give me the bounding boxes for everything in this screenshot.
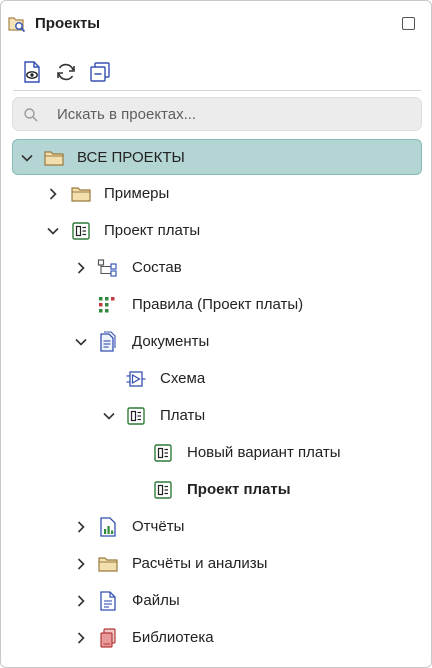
file-icon bbox=[100, 591, 116, 611]
tree-item-library[interactable]: Библиотека bbox=[12, 620, 422, 656]
collapse-all-icon bbox=[90, 62, 110, 82]
tree-item-files[interactable]: Файлы bbox=[12, 583, 422, 619]
refresh-button[interactable] bbox=[53, 59, 79, 85]
tree-item-label: Библиотека bbox=[132, 629, 214, 646]
show-preview-icon bbox=[24, 61, 40, 83]
folder-icon bbox=[98, 557, 118, 572]
chevron-down-icon[interactable] bbox=[46, 224, 60, 238]
tree-item-new-board-variant[interactable]: Новый вариант платы bbox=[12, 435, 422, 471]
tree-item-label: Платы bbox=[160, 407, 206, 424]
folder-icon bbox=[71, 187, 91, 202]
toolbar-divider bbox=[13, 90, 421, 91]
tree-item-board-project-file[interactable]: Проект платы bbox=[12, 472, 422, 508]
chevron-right-icon[interactable] bbox=[74, 261, 88, 275]
tree-item-label: Примеры bbox=[104, 185, 170, 202]
tree-item-schematic[interactable]: Схема bbox=[12, 361, 422, 397]
chevron-down-icon[interactable] bbox=[102, 409, 116, 423]
chevron-right-icon[interactable] bbox=[74, 520, 88, 534]
folder-icon bbox=[44, 151, 64, 166]
tree-item-label: Файлы bbox=[132, 592, 180, 609]
schematic-icon bbox=[126, 371, 146, 387]
panel-header: Проекты bbox=[1, 1, 431, 47]
tree-item-label: Правила (Проект платы) bbox=[132, 296, 304, 313]
search-box[interactable] bbox=[12, 97, 422, 131]
tree-item-label: Состав bbox=[132, 259, 182, 276]
chevron-right-icon[interactable] bbox=[46, 187, 60, 201]
tree-item-label: ВСЕ ПРОЕКТЫ bbox=[77, 149, 185, 166]
tree-item-label: Проект платы bbox=[104, 222, 201, 239]
tree-item-all-projects[interactable]: ВСЕ ПРОЕКТЫ bbox=[12, 139, 422, 175]
chevron-right-icon[interactable] bbox=[74, 557, 88, 571]
tree-item-label: Новый вариант платы bbox=[187, 444, 341, 461]
search-input[interactable] bbox=[57, 98, 412, 130]
tree-item-label: Проект платы bbox=[187, 481, 291, 498]
tree-item-examples[interactable]: Примеры bbox=[12, 176, 422, 212]
tree-item-label: Документы bbox=[132, 333, 210, 350]
toolbar bbox=[1, 57, 431, 87]
hierarchy-icon bbox=[97, 259, 117, 277]
library-icon bbox=[100, 628, 116, 648]
documents-icon bbox=[100, 331, 116, 352]
projects-panel: Проекты Искать в проектах... ВСЕ ПРОЕКТЫ… bbox=[0, 0, 432, 668]
projects-search-icon bbox=[8, 17, 26, 33]
show-preview-button[interactable] bbox=[19, 59, 45, 85]
search-icon bbox=[24, 108, 38, 122]
report-icon bbox=[100, 517, 116, 537]
board-icon bbox=[154, 481, 172, 499]
collapse-all-button[interactable] bbox=[87, 59, 113, 85]
tree-item-composition[interactable]: Состав bbox=[12, 250, 422, 286]
rules-icon bbox=[99, 297, 115, 313]
refresh-icon bbox=[57, 63, 75, 81]
board-project-icon bbox=[72, 222, 90, 240]
panel-title: Проекты bbox=[35, 15, 101, 32]
tree-item-reports[interactable]: Отчёты bbox=[12, 509, 422, 545]
tree-item-label: Схема bbox=[160, 370, 206, 387]
tree-item-calculations[interactable]: Расчёты и анализы bbox=[12, 546, 422, 582]
tree-item-board-project[interactable]: Проект платы bbox=[12, 213, 422, 249]
chevron-right-icon[interactable] bbox=[74, 594, 88, 608]
chevron-right-icon[interactable] bbox=[74, 631, 88, 645]
tree-item-boards[interactable]: Платы bbox=[12, 398, 422, 434]
tree-item-rules[interactable]: Правила (Проект платы) bbox=[12, 287, 422, 323]
board-icon bbox=[154, 444, 172, 462]
tree-item-label: Отчёты bbox=[132, 518, 185, 535]
tree-item-documents[interactable]: Документы bbox=[12, 324, 422, 360]
maximize-button[interactable] bbox=[402, 17, 415, 30]
board-icon bbox=[127, 407, 145, 425]
tree-item-label: Расчёты и анализы bbox=[132, 555, 268, 572]
chevron-down-icon[interactable] bbox=[74, 335, 88, 349]
chevron-down-icon[interactable] bbox=[20, 151, 34, 165]
